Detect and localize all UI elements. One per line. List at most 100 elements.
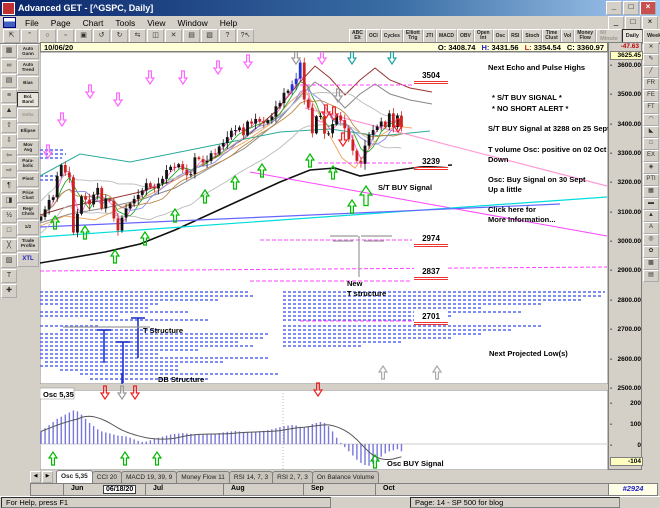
study-oci[interactable]: OCI bbox=[365, 29, 381, 43]
zoom-icon[interactable]: ○ bbox=[39, 29, 56, 43]
timeframe-weekly[interactable]: Weekly bbox=[642, 29, 660, 43]
context-help-icon[interactable]: ?↖ bbox=[237, 29, 254, 43]
study-stoch[interactable]: Stoch bbox=[522, 29, 543, 43]
pin-icon[interactable]: ⇱ bbox=[3, 29, 20, 43]
study-macd[interactable]: MACD bbox=[435, 29, 457, 43]
menu-tools[interactable]: Tools bbox=[109, 17, 141, 29]
menu-help[interactable]: Help bbox=[214, 17, 243, 29]
page-copy-icon[interactable]: ▤ bbox=[643, 270, 659, 282]
left-study-pivot[interactable]: Pivot bbox=[17, 172, 39, 187]
study-elliott-trig[interactable]: Elliott Trig bbox=[402, 29, 423, 43]
time-window-icon[interactable]: T bbox=[1, 269, 17, 283]
chart-arrow-icon[interactable]: ▲ bbox=[643, 210, 659, 222]
tab-rsi-14-7-3[interactable]: RSI 14, 7, 3 bbox=[228, 471, 274, 483]
help-icon[interactable]: ? bbox=[219, 29, 236, 43]
arrow-right-icon[interactable]: ⇨ bbox=[1, 164, 17, 178]
half-icon[interactable]: ½ bbox=[1, 209, 17, 223]
back-icon[interactable]: ↺ bbox=[93, 29, 110, 43]
timeframe-daily[interactable]: Daily bbox=[621, 29, 643, 43]
left-study-delta[interactable]: Delta bbox=[17, 108, 39, 123]
left-study-regrchnls[interactable]: Regr Chnls bbox=[17, 204, 39, 219]
child-close-button[interactable]: × bbox=[642, 15, 658, 30]
open-icon[interactable]: ▦ bbox=[1, 44, 17, 58]
tab-rsi-2-7-3[interactable]: RSI 2, 7, 3 bbox=[272, 471, 313, 483]
menu-page[interactable]: Page bbox=[45, 17, 77, 29]
study-obv[interactable]: OBV bbox=[456, 29, 474, 43]
remove-lines-icon[interactable]: ╳ bbox=[1, 239, 17, 253]
box-icon[interactable]: □ bbox=[1, 224, 17, 238]
timeframe-60-minute[interactable]: 60 Minute bbox=[596, 29, 622, 43]
menu-window[interactable]: Window bbox=[171, 17, 213, 29]
study-rsi[interactable]: RSI bbox=[508, 29, 523, 43]
study-money-flow[interactable]: Money Flow bbox=[574, 29, 597, 43]
left-study-priceclust[interactable]: Price Clust bbox=[17, 188, 39, 203]
close-button[interactable]: × bbox=[640, 1, 656, 15]
zoom-tool-icon[interactable]: ◎ bbox=[643, 234, 659, 246]
tab-scroll-right[interactable]: ▶ bbox=[42, 471, 53, 483]
left-study-bias[interactable]: Bias bbox=[17, 76, 39, 91]
pointer-icon[interactable]: ✕ bbox=[643, 42, 659, 54]
left-study-para-bolic[interactable]: Para- bolic bbox=[17, 156, 39, 171]
left-study-autogann[interactable]: Auto Gann bbox=[17, 44, 39, 59]
tab-osc-5-35[interactable]: Osc 5,35 bbox=[56, 470, 93, 483]
left-study-ellipse[interactable]: Ellipse bbox=[17, 124, 39, 139]
glasses-icon[interactable]: ∞ bbox=[1, 59, 17, 73]
arrow-up-icon[interactable]: ⇧ bbox=[1, 119, 17, 133]
ellipse-icon[interactable]: ◈ bbox=[643, 162, 659, 174]
study-cycles[interactable]: Cycles bbox=[380, 29, 403, 43]
arrow-down-icon[interactable]: ⇩ bbox=[1, 134, 17, 148]
menu-file[interactable]: File bbox=[19, 17, 45, 29]
delete-icon[interactable]: ✕ bbox=[165, 29, 182, 43]
tab-on-balance-volume[interactable]: On Balance Volume bbox=[311, 471, 380, 483]
tab-cci-20[interactable]: CCI 20 bbox=[91, 471, 122, 483]
color-icon[interactable]: ✿ bbox=[643, 246, 659, 258]
grid-icon[interactable]: ▦ bbox=[643, 186, 659, 198]
net-icon[interactable]: ▩ bbox=[643, 258, 659, 270]
left-study-autotrend[interactable]: Auto Trend bbox=[17, 60, 39, 75]
tab-macd-19-39-9[interactable]: MACD 19, 39, 9 bbox=[120, 471, 178, 483]
expert-icon[interactable]: EX bbox=[643, 150, 659, 162]
compare-icon[interactable]: ◨ bbox=[1, 194, 17, 208]
scroll-lock-icon[interactable]: ▤ bbox=[1, 74, 17, 88]
text-tool-icon[interactable]: A bbox=[643, 222, 659, 234]
study-jti[interactable]: JTI bbox=[422, 29, 436, 43]
open-chart-icon[interactable]: ▣ bbox=[75, 29, 92, 43]
add-study-icon[interactable]: ✚ bbox=[1, 284, 17, 298]
print-icon[interactable]: ▧ bbox=[201, 29, 218, 43]
study-open-int[interactable]: Open Int bbox=[473, 29, 493, 43]
text-marker-icon[interactable]: ¶ bbox=[1, 179, 17, 193]
elliott-icon[interactable]: ▲ bbox=[1, 104, 17, 118]
minimize-button[interactable]: _ bbox=[606, 1, 622, 15]
quote-icon[interactable]: ” bbox=[21, 29, 38, 43]
left-study-xtl[interactable]: XTL bbox=[17, 252, 39, 267]
fib-arc-icon[interactable]: ◠ bbox=[643, 114, 659, 126]
price-chart[interactable]: 3504 3239 2974 2837 2701 S/T BUY Signal NewT s… bbox=[40, 52, 608, 470]
copy-icon[interactable]: ▤ bbox=[183, 29, 200, 43]
mob-icon[interactable]: ▬ bbox=[643, 198, 659, 210]
study-vol[interactable]: Vol bbox=[560, 29, 575, 43]
maximize-button[interactable]: □ bbox=[623, 1, 639, 15]
study-osc[interactable]: Osc bbox=[492, 29, 509, 43]
gann-fan-icon[interactable]: ◣ bbox=[643, 126, 659, 138]
left-study-tradeprofile[interactable]: Trade Profile bbox=[17, 236, 39, 251]
pencil-icon[interactable]: ✎ bbox=[643, 54, 659, 66]
menu-chart[interactable]: Chart bbox=[77, 17, 110, 29]
left-study-movavg[interactable]: Mov Avg bbox=[17, 140, 39, 155]
fib-extension-icon[interactable]: FE bbox=[643, 90, 659, 102]
study-icon[interactable]: ≡ bbox=[1, 89, 17, 103]
window-icon[interactable]: ◫ bbox=[147, 29, 164, 43]
trendline-icon[interactable]: ╱ bbox=[643, 66, 659, 78]
fib-retracement-icon[interactable]: FR bbox=[643, 78, 659, 90]
forward-icon[interactable]: ↻ bbox=[111, 29, 128, 43]
arrow-left-icon[interactable]: ⇦ bbox=[1, 149, 17, 163]
child-restore-button[interactable]: □ bbox=[625, 15, 641, 30]
left-study-bolband[interactable]: Bol. Band bbox=[17, 92, 39, 107]
study-abc-elt[interactable]: ABC Elt bbox=[349, 29, 366, 43]
tab-money-flow-11[interactable]: Money Flow 11 bbox=[176, 471, 230, 483]
chart-window-icon[interactable] bbox=[3, 17, 16, 28]
study-time-clust[interactable]: Time Clust bbox=[542, 29, 561, 43]
pti-icon[interactable]: PTI bbox=[643, 174, 659, 186]
rectangle-icon[interactable]: □ bbox=[643, 138, 659, 150]
fib-time-icon[interactable]: FT bbox=[643, 102, 659, 114]
tab-scroll-left[interactable]: ◀ bbox=[30, 471, 41, 483]
